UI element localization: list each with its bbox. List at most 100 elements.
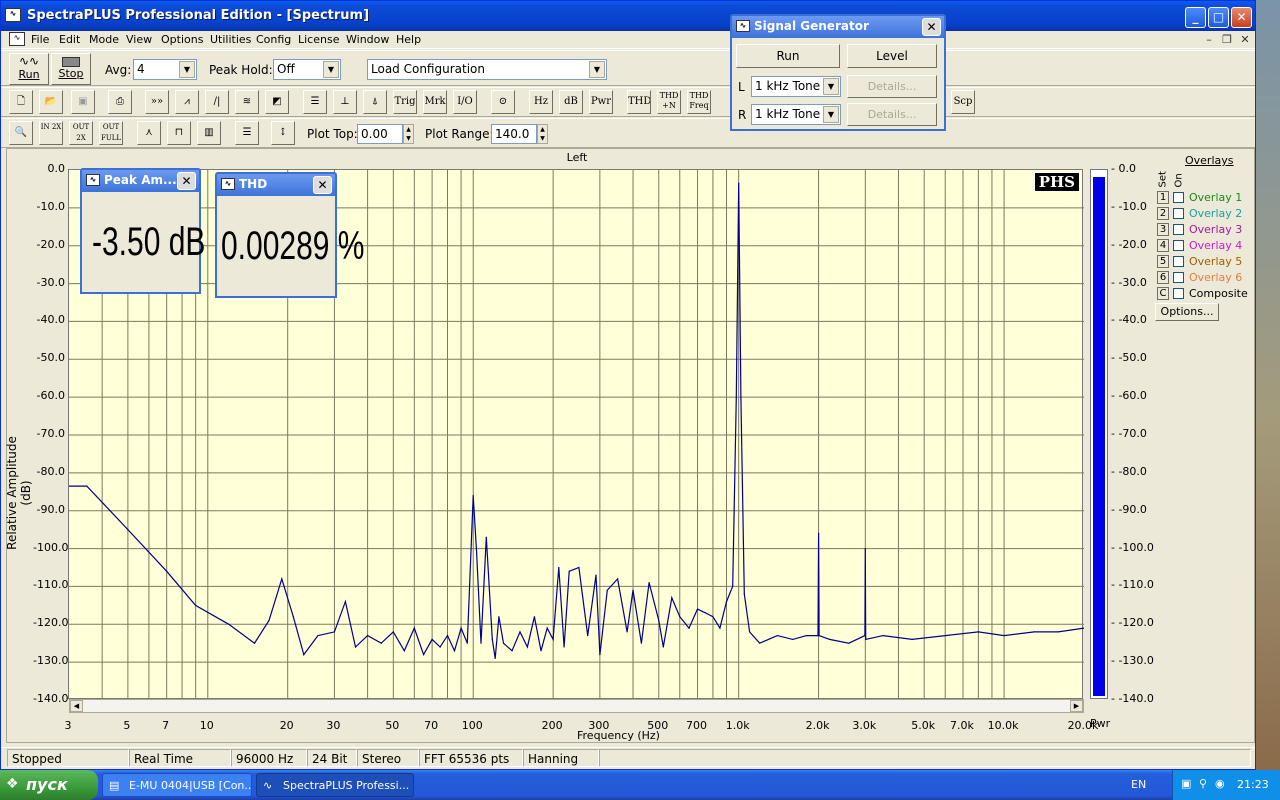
mdi-restore-icon[interactable]: ❐	[1219, 33, 1235, 47]
plot-horizontal-scrollbar[interactable]: ◀ ▶	[69, 699, 1084, 713]
spin-icon[interactable]: ▲ ▼	[403, 124, 414, 144]
language-indicator[interactable]: EN	[1131, 778, 1146, 791]
spin-icon[interactable]: ▲ ▼	[537, 124, 548, 144]
thd-freq-button[interactable]: THD Freq	[687, 90, 711, 114]
siggen-level-button[interactable]: Level	[847, 44, 937, 68]
menu-help[interactable]: Help	[396, 33, 421, 46]
plot-top-input[interactable]: 0.00 ▲ ▼	[357, 124, 414, 144]
mdi-minimize-icon[interactable]: –	[1201, 33, 1217, 47]
menu-options[interactable]: Options	[161, 33, 203, 46]
menu-config[interactable]: Config	[256, 33, 291, 46]
start-button[interactable]: ❖ пуск	[0, 770, 98, 800]
overlay-set-button[interactable]: 2	[1157, 207, 1169, 220]
menu-license[interactable]: License	[298, 33, 339, 46]
run-button[interactable]: ∿∿ Run	[9, 53, 49, 85]
zoom-full-icon[interactable]: OUT FULL	[99, 121, 123, 145]
close-icon[interactable]: ✕	[922, 18, 941, 36]
time-series-icon[interactable]: /|	[205, 90, 229, 114]
scroll-right-icon[interactable]: ▶	[1070, 700, 1083, 712]
scp-button[interactable]: Scp	[951, 90, 975, 114]
signal-generator-icon[interactable]: ⊙	[491, 90, 515, 114]
list-icon[interactable]: ☰	[235, 121, 259, 145]
axis-scaling-icon[interactable]: ⊥	[333, 90, 357, 114]
chevron-down-icon[interactable]: ▼	[323, 61, 339, 78]
overlay-checkbox[interactable]	[1173, 208, 1184, 219]
siggen-run-button[interactable]: Run	[736, 44, 840, 68]
overlay-checkbox[interactable]	[1173, 240, 1184, 251]
close-icon[interactable]: ✕	[313, 176, 332, 194]
spectrum-mode-icon[interactable]: ⩘	[175, 90, 199, 114]
network-icon[interactable]: ▣	[1181, 777, 1191, 790]
overlay-checkbox[interactable]	[1173, 224, 1184, 235]
thdn-button[interactable]: THD +N	[657, 90, 681, 114]
close-icon[interactable]: ✕	[177, 172, 196, 190]
peak-hold-select[interactable]: Off ▼	[273, 59, 341, 80]
menu-file[interactable]: File	[31, 33, 49, 46]
menu-edit[interactable]: Edit	[59, 33, 80, 46]
overlay-set-button[interactable]: 5	[1157, 255, 1169, 268]
zoom-in-2x-icon[interactable]: IN 2X	[39, 121, 63, 145]
left-waveform-select[interactable]: 1 kHz Tone ▼	[751, 76, 841, 97]
task-spectraplus[interactable]: ∿ SpectraPLUS Professi...	[256, 773, 414, 797]
spectrogram-icon[interactable]: ≋	[235, 90, 259, 114]
line-plot-icon[interactable]: ⋏	[137, 121, 161, 145]
chevron-down-icon[interactable]: ▼	[823, 78, 839, 95]
thd-window[interactable]: ∿ THD ✕ 0.00289 %	[215, 172, 364, 298]
mrk-button[interactable]: Mrk	[423, 90, 447, 114]
overlay-checkbox[interactable]	[1173, 272, 1184, 283]
menu-mode[interactable]: Mode	[89, 33, 119, 46]
close-icon[interactable]: ✕	[1231, 7, 1252, 28]
pwr-button[interactable]: Pwr	[589, 90, 613, 114]
overlay-checkbox[interactable]	[1173, 192, 1184, 203]
overlay-options-button[interactable]: Options...	[1155, 303, 1219, 321]
hz-button[interactable]: Hz	[529, 90, 553, 114]
task-emu[interactable]: ▤ E-MU 0404|USB [Con...	[102, 773, 252, 797]
overlay-checkbox[interactable]	[1173, 256, 1184, 267]
new-icon[interactable]: 🗋	[9, 90, 33, 114]
print-icon[interactable]: ⎙	[108, 90, 132, 114]
step-plot-icon[interactable]: ⊓	[167, 121, 191, 145]
chevron-down-icon[interactable]: ▼	[179, 61, 195, 78]
scroll-left-icon[interactable]: ◀	[70, 700, 83, 712]
peak-amplitude-window[interactable]: ∿ Peak Am... ✕ -3.50 dB	[80, 168, 205, 294]
fast-forward-icon[interactable]: »»	[145, 90, 169, 114]
siggen-titlebar[interactable]: ∿ Signal Generator	[732, 16, 944, 38]
open-icon[interactable]: 📂	[39, 90, 63, 114]
left-details-button[interactable]: Details...	[847, 75, 937, 98]
tuning-fork-icon[interactable]: ⍋	[363, 90, 387, 114]
chevron-down-icon[interactable]: ▼	[589, 61, 605, 78]
doc-icon[interactable]: ∿	[9, 32, 25, 46]
minimize-icon[interactable]: _	[1185, 7, 1206, 28]
menu-view[interactable]: View	[126, 33, 152, 46]
zoom-out-2x-icon[interactable]: OUT 2X	[69, 121, 93, 145]
menu-window[interactable]: Window	[346, 33, 389, 46]
stop-button[interactable]: Stop	[51, 53, 91, 85]
signal-generator-window[interactable]: ∿ Signal Generator ✕ Run Level L 1 kHz To…	[730, 14, 946, 131]
overlay-set-button[interactable]: 4	[1157, 239, 1169, 252]
right-details-button[interactable]: Details...	[847, 103, 937, 126]
overlay-set-button[interactable]: 3	[1157, 223, 1169, 236]
mdi-close-icon[interactable]: ✕	[1237, 33, 1253, 47]
avg-select[interactable]: 4 ▼	[133, 59, 197, 80]
overlay-set-button[interactable]: 1	[1157, 191, 1169, 204]
overlay-checkbox[interactable]	[1173, 288, 1184, 299]
trig-button[interactable]: Trig	[393, 90, 417, 114]
settings-list-icon[interactable]: ☰	[303, 90, 327, 114]
vertical-scale-icon[interactable]: ↕	[271, 121, 295, 145]
save-icon[interactable]: ▣	[71, 90, 95, 114]
overlay-set-button[interactable]: 6	[1157, 271, 1169, 284]
maximize-icon[interactable]: □	[1208, 7, 1229, 28]
media-icon[interactable]: ◉	[1215, 777, 1225, 790]
plot-range-input[interactable]: 140.0 ▲ ▼	[491, 124, 548, 144]
zoom-icon[interactable]: 🔍	[9, 121, 33, 145]
io-button[interactable]: I/O	[453, 90, 477, 114]
load-config-select[interactable]: Load Configuration ▼	[367, 59, 607, 80]
search-icon[interactable]: ⚲	[1199, 777, 1207, 790]
menu-utilities[interactable]: Utilities	[210, 33, 251, 46]
db-button[interactable]: dB	[559, 90, 583, 114]
3d-surface-icon[interactable]: ◩	[265, 90, 289, 114]
right-waveform-select[interactable]: 1 kHz Tone ▼	[751, 104, 841, 125]
thd-button[interactable]: THD	[627, 90, 651, 114]
chevron-down-icon[interactable]: ▼	[823, 106, 839, 123]
bar-plot-icon[interactable]: ▥	[197, 121, 221, 145]
